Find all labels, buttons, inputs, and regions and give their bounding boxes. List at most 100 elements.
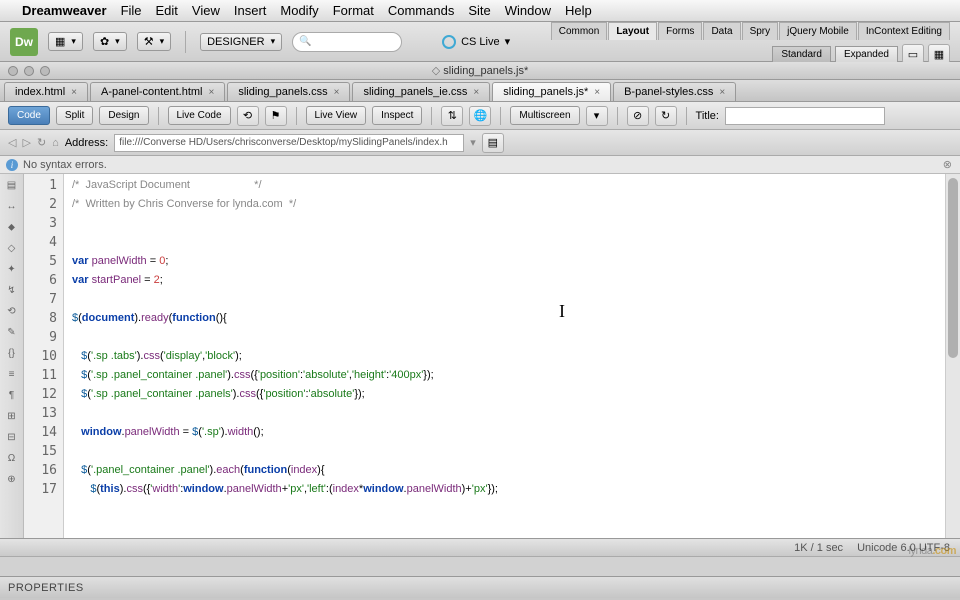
scrollbar-thumb[interactable] [948, 178, 958, 358]
tool-icon[interactable]: {} [5, 346, 19, 360]
app-toolbar: Dw ▦ ✿ ⚒ DESIGNER CS Live ▾ Common Layou… [0, 22, 960, 62]
tool-icon[interactable]: ≡ [5, 367, 19, 381]
cat-layout[interactable]: Layout [608, 22, 657, 40]
split-view-button[interactable]: Split [56, 106, 93, 125]
line-number-gutter: 1234567891011121314151617 [24, 174, 64, 538]
tool-icon[interactable]: ↯ [5, 283, 19, 297]
options-icon[interactable]: ⚑ [265, 106, 287, 126]
app-name[interactable]: Dreamweaver [22, 3, 107, 18]
tool-icon[interactable]: ↔ [5, 199, 19, 213]
seg-standard[interactable]: Standard [772, 46, 831, 63]
tool-icon[interactable]: ✎ [5, 325, 19, 339]
tool-icon[interactable]: ⊟ [5, 430, 19, 444]
tool-icon[interactable]: ⊕ [5, 472, 19, 486]
related-files-icon[interactable]: ▤ [482, 133, 504, 153]
tab-a-panel[interactable]: A-panel-content.html× [90, 82, 225, 101]
extend-dropdown[interactable]: ✿ [93, 32, 127, 51]
tab-sliding-ie-css[interactable]: sliding_panels_ie.css× [352, 82, 490, 101]
code-text-area[interactable]: /* JavaScript Document *//* Written by C… [64, 174, 945, 538]
seg-expanded[interactable]: Expanded [835, 46, 898, 63]
close-icon[interactable]: ⊗ [943, 158, 952, 171]
address-input[interactable]: file:///Converse HD/Users/chrisconverse/… [114, 134, 464, 152]
multiscreen-drop-icon[interactable]: ▾ [586, 106, 608, 126]
workspace-switcher[interactable]: DESIGNER [200, 33, 282, 51]
globe-icon[interactable]: 🌐 [469, 106, 491, 126]
cslive-label: CS Live [461, 36, 500, 48]
close-icon[interactable]: × [334, 87, 340, 98]
menu-modify[interactable]: Modify [280, 3, 318, 18]
title-input[interactable] [725, 107, 885, 125]
tool-icon[interactable]: ⬥ [5, 220, 19, 234]
cat-forms[interactable]: Forms [658, 22, 702, 40]
search-input[interactable] [292, 32, 402, 52]
window-title: sliding_panels.js* [432, 64, 529, 77]
layout-dropdown[interactable]: ▦ [48, 32, 83, 51]
menu-edit[interactable]: Edit [156, 3, 178, 18]
live-code-button[interactable]: Live Code [168, 106, 231, 125]
tool-icon[interactable]: ▤ [5, 178, 19, 192]
close-icon[interactable]: × [208, 87, 214, 98]
menu-help[interactable]: Help [565, 3, 592, 18]
tab-sliding-css[interactable]: sliding_panels.css× [227, 82, 350, 101]
back-icon[interactable]: ◁ [8, 136, 16, 149]
site-dropdown[interactable]: ⚒ [137, 32, 171, 51]
document-tabs: index.html× A-panel-content.html× slidin… [0, 80, 960, 102]
check-icon[interactable]: ⟲ [237, 106, 259, 126]
cat-jquery-mobile[interactable]: jQuery Mobile [779, 22, 857, 40]
w3c-icon[interactable]: ⊘ [627, 106, 649, 126]
cat-data[interactable]: Data [703, 22, 740, 40]
tool-icon[interactable]: Ω [5, 451, 19, 465]
inspect-button[interactable]: Inspect [372, 106, 422, 125]
menu-window[interactable]: Window [505, 3, 551, 18]
tab-sliding-js[interactable]: sliding_panels.js*× [492, 82, 611, 101]
live-view-button[interactable]: Live View [306, 106, 367, 125]
properties-panel-header[interactable]: PROPERTIES [0, 576, 960, 598]
status-bar: 1K / 1 sec Unicode 6.0 UTF-8 lynda.com [0, 538, 960, 556]
insert-panel-categories: Common Layout Forms Data Spry jQuery Mob… [551, 22, 950, 40]
menu-file[interactable]: File [121, 3, 142, 18]
menu-site[interactable]: Site [468, 3, 490, 18]
cat-common[interactable]: Common [551, 22, 608, 40]
cs-live-button[interactable]: CS Live ▾ [442, 35, 510, 49]
close-icon[interactable]: × [71, 87, 77, 98]
syntax-message: No syntax errors. [23, 159, 107, 171]
menu-commands[interactable]: Commands [388, 3, 454, 18]
traffic-close-icon[interactable] [8, 66, 18, 76]
tool-icon[interactable]: ⊞ [5, 409, 19, 423]
address-drop-icon[interactable]: ▾ [470, 136, 476, 149]
reload-icon[interactable]: ↻ [37, 136, 46, 149]
design-view-button[interactable]: Design [99, 106, 148, 125]
address-label: Address: [65, 137, 108, 149]
dreamweaver-logo-icon: Dw [10, 28, 38, 56]
cat-incontext[interactable]: InContext Editing [858, 22, 950, 40]
layout-icon-1[interactable]: ▭ [902, 44, 924, 64]
vertical-scrollbar[interactable] [945, 174, 960, 538]
multiscreen-button[interactable]: Multiscreen [510, 106, 579, 125]
layout-icon-2[interactable]: ▦ [928, 44, 950, 64]
traffic-zoom-icon[interactable] [40, 66, 50, 76]
syntax-status-bar: i No syntax errors. ⊗ [0, 156, 960, 174]
close-icon[interactable]: × [473, 87, 479, 98]
tab-index[interactable]: index.html× [4, 82, 88, 101]
tab-b-panel[interactable]: B-panel-styles.css× [613, 82, 736, 101]
refresh-icon[interactable]: ↻ [655, 106, 677, 126]
tool-icon[interactable]: ✦ [5, 262, 19, 276]
layout-mode-segment: Standard Expanded ▭ ▦ [772, 44, 950, 64]
browser-nav-icon[interactable]: ⇅ [441, 106, 463, 126]
home-icon[interactable]: ⌂ [52, 137, 59, 149]
code-tools-gutter: ▤ ↔ ⬥ ◇ ✦ ↯ ⟲ ✎ {} ≡ ¶ ⊞ ⊟ Ω ⊕ [0, 174, 24, 538]
menu-view[interactable]: View [192, 3, 220, 18]
cat-spry[interactable]: Spry [742, 22, 779, 40]
close-icon[interactable]: × [594, 87, 600, 98]
close-icon[interactable]: × [719, 87, 725, 98]
code-view-button[interactable]: Code [8, 106, 50, 125]
forward-icon[interactable]: ▷ [22, 136, 30, 149]
tool-icon[interactable]: ◇ [5, 241, 19, 255]
cslive-icon [442, 35, 456, 49]
tool-icon[interactable]: ¶ [5, 388, 19, 402]
menu-insert[interactable]: Insert [234, 3, 267, 18]
tool-icon[interactable]: ⟲ [5, 304, 19, 318]
menu-format[interactable]: Format [333, 3, 374, 18]
panel-gap [0, 556, 960, 576]
traffic-min-icon[interactable] [24, 66, 34, 76]
